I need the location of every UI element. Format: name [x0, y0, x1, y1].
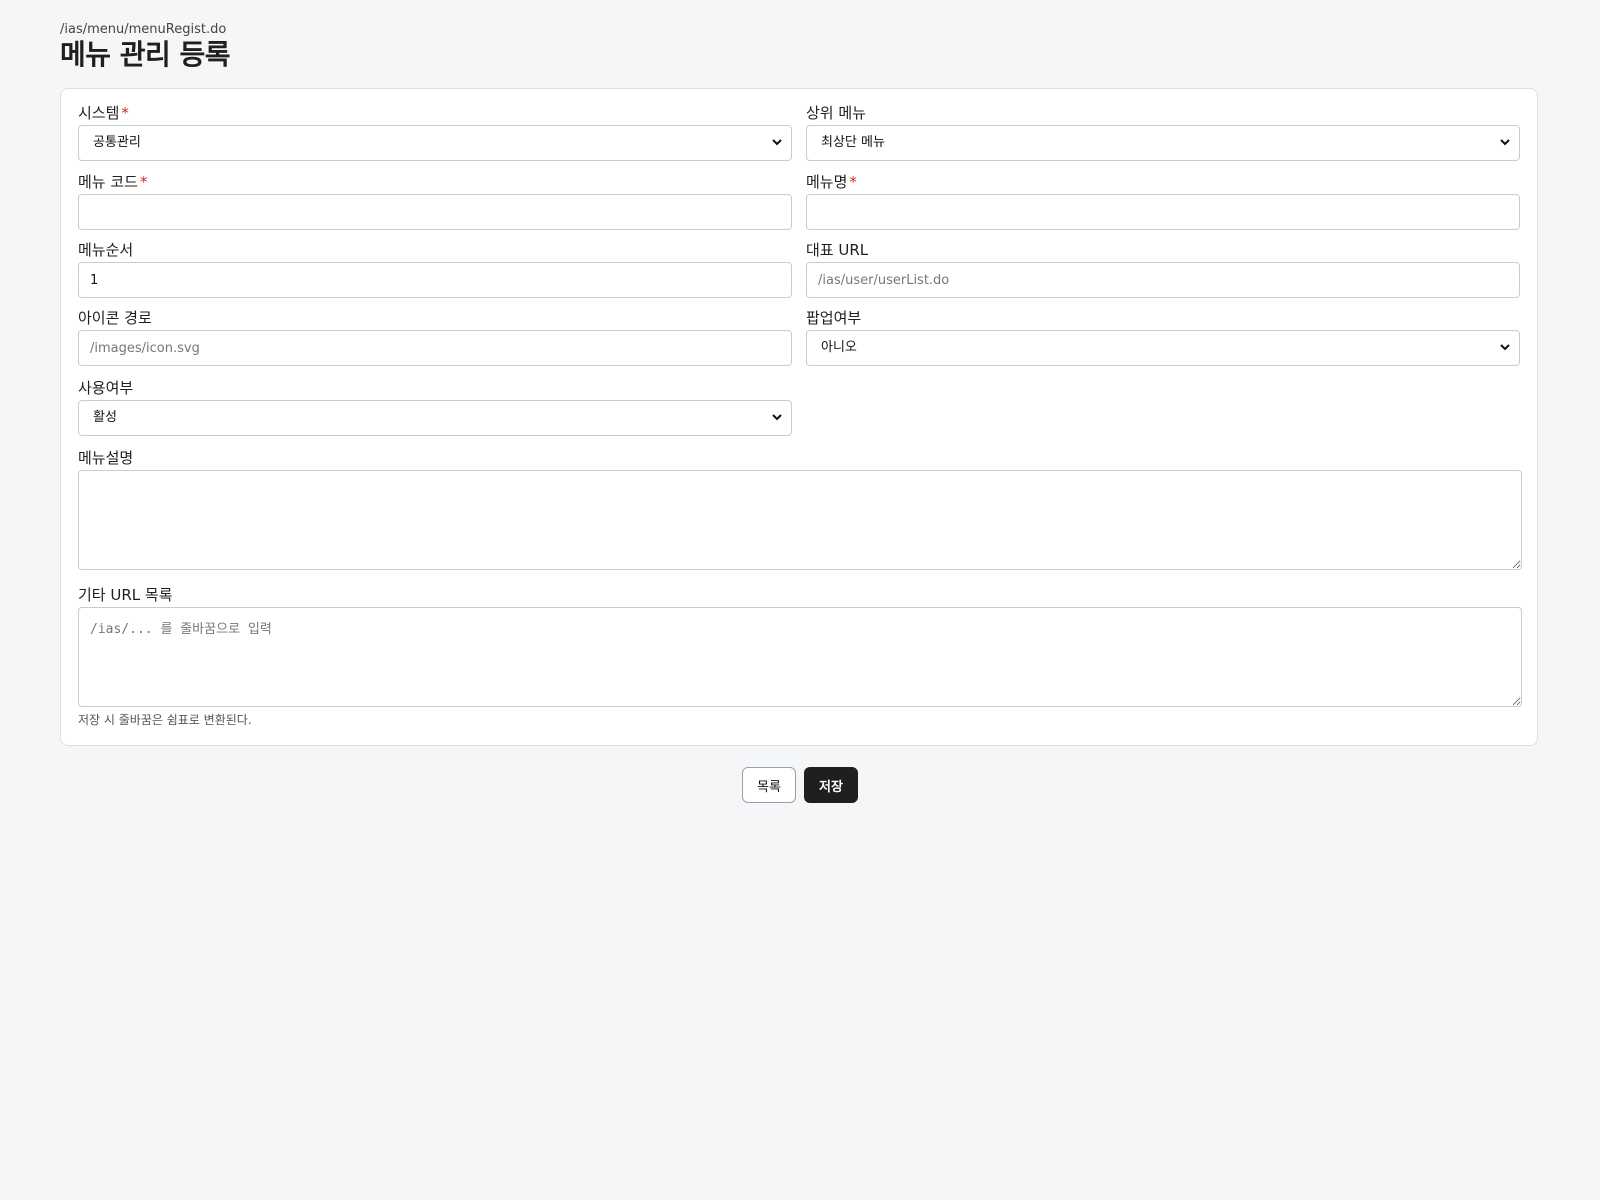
extra-urls-textarea[interactable]: [78, 607, 1522, 707]
required-mark: *: [121, 104, 129, 122]
menu-order-field: 메뉴순서: [78, 240, 792, 298]
parent-menu-field: 상위 메뉴 최상단 메뉴: [806, 103, 1520, 161]
use-yn-field: 사용여부 활성: [78, 378, 792, 436]
popup-select[interactable]: 아니오: [806, 330, 1520, 366]
system-field: 시스템 * 공통관리: [78, 103, 792, 161]
form-actions: 목록 저장: [742, 767, 858, 803]
use-yn-select[interactable]: 활성: [78, 400, 792, 436]
chevron-down-icon: [772, 139, 782, 146]
parent-menu-select-value: 최상단 메뉴: [821, 135, 885, 150]
icon-path-input[interactable]: [78, 330, 792, 366]
menu-code-field: 메뉴 코드 *: [78, 172, 792, 230]
menu-name-field: 메뉴명 *: [806, 172, 1520, 230]
main-url-field: 대표 URL: [806, 240, 1520, 298]
main-url-label: 대표 URL: [806, 241, 869, 259]
page-title: 메뉴 관리 등록: [60, 38, 231, 71]
menu-form-card: 시스템 * 공통관리 상위 메뉴 최상단 메뉴 메뉴 코드 * 메뉴명 * 메뉴순서: [60, 88, 1538, 746]
menu-order-label: 메뉴순서: [78, 241, 134, 259]
menu-name-label: 메뉴명: [806, 173, 848, 191]
menu-code-label: 메뉴 코드: [78, 173, 138, 191]
required-mark: *: [139, 173, 148, 191]
menu-name-input[interactable]: [806, 194, 1520, 230]
main-url-input[interactable]: [806, 262, 1520, 298]
menu-order-input[interactable]: [78, 262, 792, 298]
system-label: 시스템: [78, 104, 120, 122]
popup-select-value: 아니오: [821, 340, 857, 355]
icon-path-field: 아이콘 경로: [78, 308, 792, 366]
chevron-down-icon: [772, 414, 782, 421]
system-select-value: 공통관리: [93, 135, 141, 150]
extra-urls-help-text: 저장 시 줄바꿈은 쉼표로 변환된다.: [78, 713, 252, 727]
parent-menu-select[interactable]: 최상단 메뉴: [806, 125, 1520, 161]
icon-path-label: 아이콘 경로: [78, 309, 152, 327]
required-mark: *: [849, 173, 857, 191]
system-select[interactable]: 공통관리: [78, 125, 792, 161]
page-header: /ias/menu/menuRegist.do 메뉴 관리 등록: [60, 22, 1540, 72]
extra-urls-label: 기타 URL 목록: [78, 586, 173, 604]
list-button[interactable]: 목록: [742, 767, 796, 803]
popup-field: 팝업여부 아니오: [806, 308, 1520, 366]
chevron-down-icon: [1500, 139, 1510, 146]
description-textarea[interactable]: [78, 470, 1522, 570]
page-route: /ias/menu/menuRegist.do: [60, 22, 227, 37]
use-yn-select-value: 활성: [93, 410, 117, 425]
popup-label: 팝업여부: [806, 309, 862, 327]
parent-menu-label: 상위 메뉴: [806, 104, 866, 122]
description-label: 메뉴설명: [78, 449, 134, 467]
description-field: 메뉴설명: [78, 448, 1522, 570]
save-button[interactable]: 저장: [804, 767, 858, 803]
chevron-down-icon: [1500, 344, 1510, 351]
use-yn-label: 사용여부: [78, 379, 134, 397]
menu-code-input[interactable]: [78, 194, 792, 230]
extra-urls-field: 기타 URL 목록 저장 시 줄바꿈은 쉼표로 변환된다.: [78, 585, 1522, 728]
